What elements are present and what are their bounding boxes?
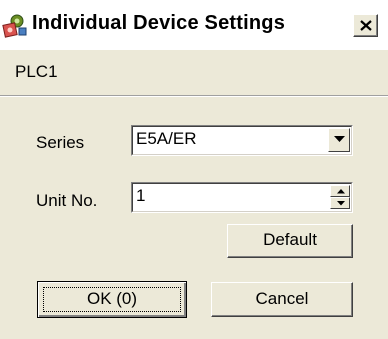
device-name: PLC1 [15,62,58,81]
unit-no-spinbox[interactable]: 1 [131,182,353,213]
spin-down-button[interactable] [330,197,350,209]
unit-no-label: Unit No. [36,191,98,210]
chevron-down-icon [334,136,345,142]
default-button-label: Default [263,230,317,249]
close-button[interactable] [353,14,378,37]
cancel-button-label: Cancel [255,289,309,308]
arrow-down-icon [337,201,345,206]
settings-device-icon [2,12,28,38]
spin-up-button[interactable] [330,185,350,197]
focus-indicator [43,287,181,312]
arrow-up-icon [337,189,345,194]
divider-highlight [0,96,388,97]
device-settings-dialog: Individual Device Settings PLC1 Series E… [0,0,388,339]
device-name-row: PLC1 [0,50,388,94]
unit-no-stepper [330,185,350,209]
unit-no-value: 1 [136,186,146,205]
series-dropdown[interactable]: E5A/ER [131,125,353,156]
series-dropdown-button[interactable] [328,128,350,152]
ok-button[interactable]: OK (0) [37,281,187,318]
dialog-title: Individual Device Settings [32,12,286,34]
title-bar: Individual Device Settings [0,0,388,50]
series-label: Series [36,133,85,152]
default-button[interactable]: Default [227,224,353,258]
close-icon [360,20,372,31]
cancel-button[interactable]: Cancel [211,282,353,317]
series-value: E5A/ER [136,129,197,148]
